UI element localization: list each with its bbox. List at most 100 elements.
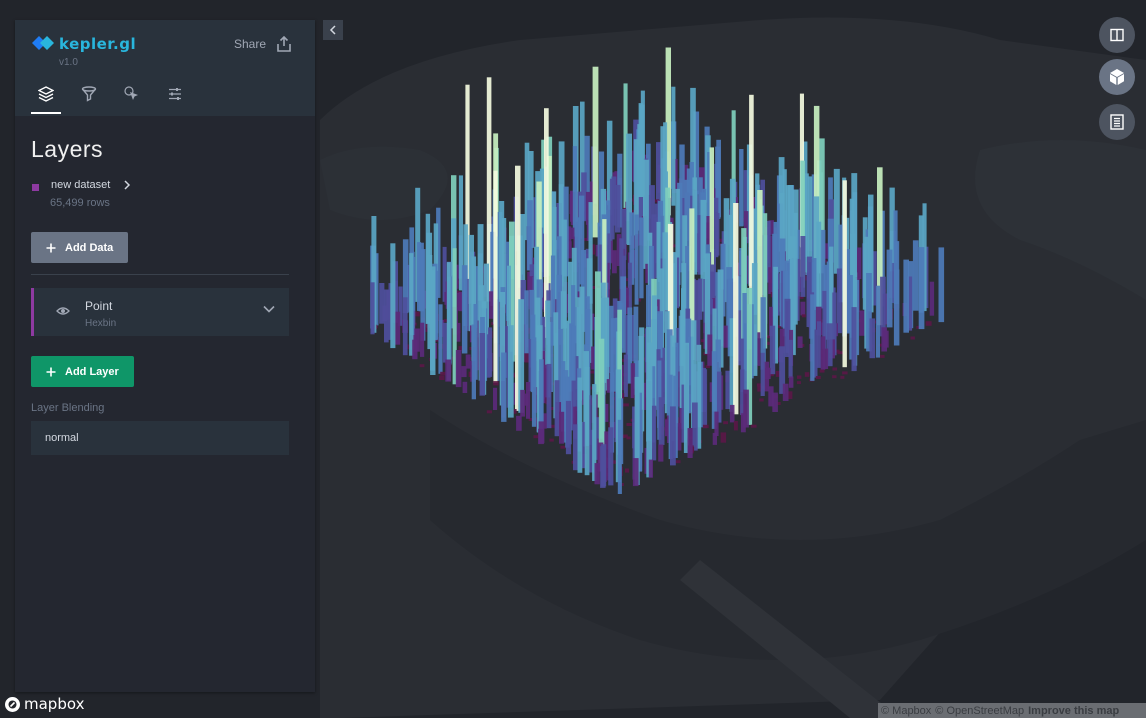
hexbin-column (379, 283, 385, 324)
hexbin-column (445, 359, 452, 382)
hexbin-column (869, 318, 876, 359)
mapbox-logo[interactable]: mapbox (4, 695, 84, 713)
hexbin-column (815, 376, 821, 379)
add-layer-button[interactable]: Add Layer (31, 356, 134, 387)
improve-map-link[interactable]: Improve this map (1028, 705, 1119, 717)
kepler-logo-icon (32, 36, 54, 50)
hexbin-column (455, 350, 462, 388)
map-attribution: © Mapbox © OpenStreetMap Improve this ma… (878, 703, 1146, 718)
hexbin-column (402, 297, 408, 356)
tab-filters[interactable] (74, 86, 104, 114)
panel-title: Layers (31, 136, 104, 162)
hexbin-column (800, 301, 806, 316)
hexbin-column (658, 444, 664, 462)
hexbin-column (756, 383, 762, 387)
hexbin-column (796, 381, 801, 385)
hexbin-column (420, 322, 425, 357)
hexbin-column (842, 180, 847, 368)
hexbin-column (671, 86, 676, 206)
hexbin-column (886, 249, 893, 328)
hexbin-column (804, 372, 810, 377)
share-button[interactable]: Share (234, 36, 292, 52)
layer-panel-point[interactable]: Point Hexbin (31, 288, 289, 336)
legend-icon (1110, 114, 1124, 130)
hexbin-column (526, 382, 531, 419)
hexbin-column (370, 282, 375, 335)
hexbin-column (797, 375, 802, 379)
hexbin-column (733, 421, 738, 431)
tab-basemap[interactable] (160, 86, 190, 114)
hexbin-column (729, 404, 735, 423)
hexbin-column (600, 446, 606, 488)
dataset-item[interactable]: new dataset 65,499 rows (31, 179, 299, 219)
attribution-osm-link[interactable]: © OpenStreetMap (935, 705, 1024, 717)
hexbin-column (875, 285, 880, 358)
side-panel: kepler.gl v1.0 Share Layers new dataset … (15, 20, 315, 692)
hexbin-column (712, 432, 717, 445)
hexbin-column (626, 436, 631, 440)
hexbin-column (554, 380, 560, 437)
plus-icon (46, 367, 56, 376)
legend-button[interactable] (1099, 104, 1135, 140)
hexbin-column (918, 247, 925, 330)
hexbin-column (639, 217, 644, 299)
hexbin-column (714, 411, 719, 436)
hexbin-column (520, 389, 526, 417)
hexbin-column (837, 351, 843, 355)
hexbin-column (471, 324, 476, 400)
hexbin-column (634, 214, 639, 305)
chevron-down-icon[interactable] (263, 305, 275, 313)
hexbin-column (702, 369, 708, 429)
hexbin-column (461, 366, 467, 378)
hexbin-column (819, 369, 825, 373)
dataset-name[interactable]: new dataset (51, 179, 110, 191)
sliders-icon (169, 88, 181, 100)
split-map-button[interactable] (1099, 17, 1135, 53)
tab-layers[interactable] (31, 86, 61, 114)
hexbin-column (692, 402, 698, 451)
hexbin-column (903, 259, 909, 333)
hexbin-column (594, 463, 600, 485)
collapse-panel-button[interactable] (323, 20, 343, 40)
hexbin-column (739, 149, 744, 227)
mapbox-icon (5, 696, 20, 712)
add-data-button[interactable]: Add Data (31, 232, 129, 263)
hexbin-column (859, 310, 865, 336)
tab-interactions[interactable] (117, 86, 147, 114)
hexbin-column (565, 400, 572, 455)
layers-icon (38, 86, 54, 102)
toggle-3d-button[interactable] (1099, 59, 1135, 95)
hexbin-column (412, 339, 418, 360)
hexbin-column (414, 311, 420, 317)
hexbin-column (782, 383, 789, 401)
panel-tabs (31, 86, 190, 116)
hexbin-column (750, 424, 757, 428)
hexbin-column (648, 459, 653, 478)
layer-blending-select[interactable]: normal (31, 421, 289, 455)
hexbin-column (925, 321, 932, 326)
hexbin-column (625, 468, 630, 473)
dataset-color-swatch (32, 184, 39, 191)
layer-name[interactable]: Point (85, 299, 112, 313)
hexbin-column (608, 427, 614, 486)
eye-icon[interactable] (56, 306, 70, 316)
attribution-mapbox-link[interactable]: © Mapbox (881, 705, 931, 717)
hexbin-column (733, 203, 739, 415)
hexbin-column (384, 289, 389, 343)
hexbin-column (820, 336, 826, 370)
hexbin-column (493, 387, 498, 410)
split-map-icon (1110, 28, 1124, 42)
hexbin-column (507, 325, 514, 418)
app-name: kepler.gl (59, 35, 137, 53)
hexbin-column (880, 354, 885, 358)
share-icon (277, 36, 291, 52)
hexbin-column (759, 398, 764, 402)
hexbin-column (857, 247, 862, 279)
hexbin-column (740, 413, 746, 433)
hexbin-column (516, 415, 522, 431)
hexbin-column (810, 294, 815, 381)
divider (31, 274, 289, 275)
hexbin-column (760, 352, 765, 396)
chevron-right-icon[interactable] (123, 180, 131, 190)
hexbin-column (702, 424, 709, 429)
